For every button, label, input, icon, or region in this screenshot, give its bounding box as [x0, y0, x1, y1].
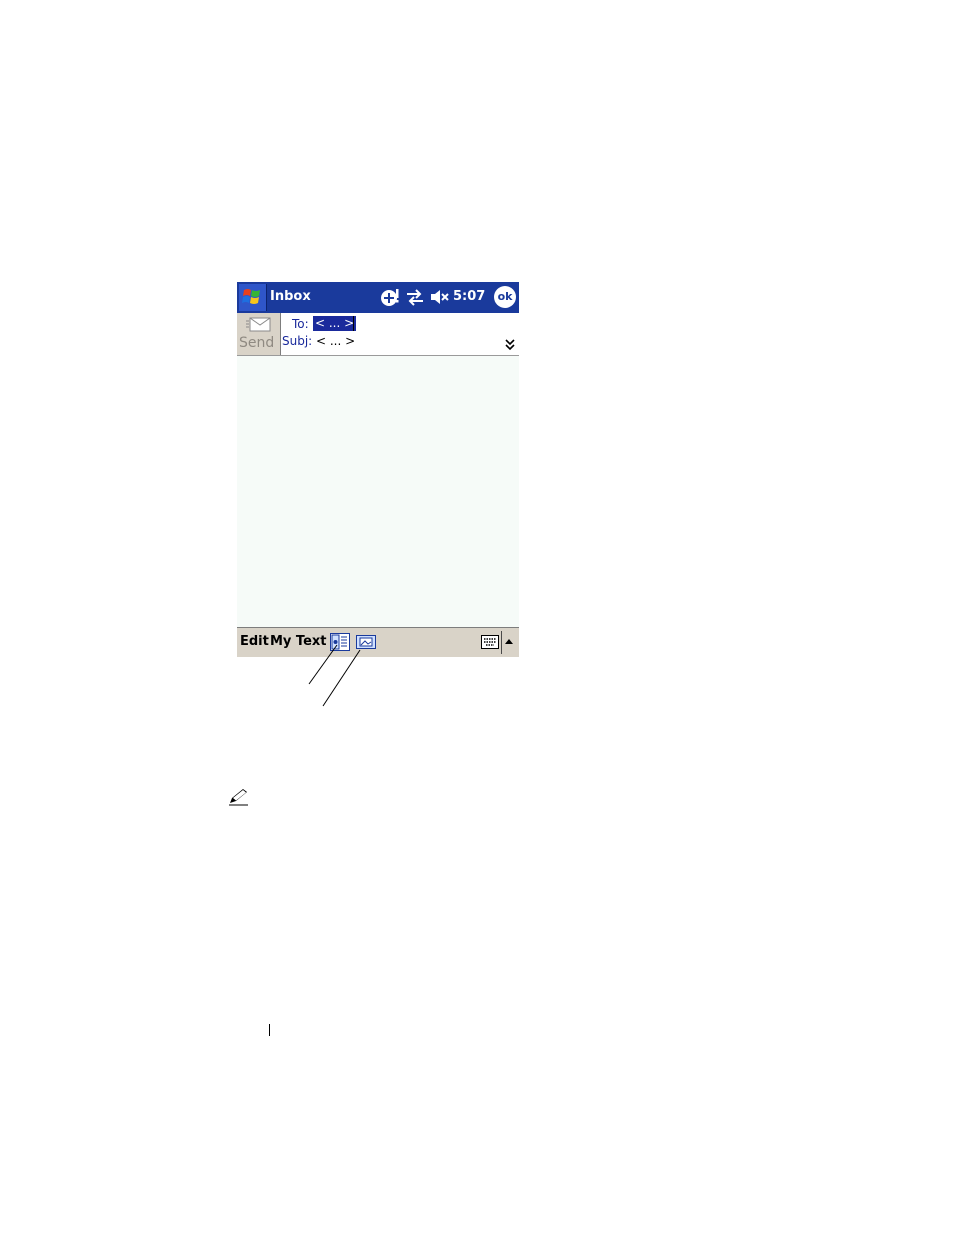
window-title: Inbox — [270, 289, 311, 304]
callout-line-picture — [322, 649, 361, 707]
new-message-icon[interactable] — [380, 287, 402, 307]
windows-flag-icon — [242, 289, 260, 304]
keyboard-icon[interactable] — [481, 633, 499, 651]
document-page: Inbox 5:07 ok Send To: < ... > Subj: < .… — [0, 0, 954, 1235]
input-panel-arrow-icon[interactable] — [505, 639, 513, 644]
speaker-muted-icon[interactable] — [429, 287, 451, 307]
start-button[interactable] — [239, 284, 267, 311]
my-text-menu[interactable]: My Text — [270, 634, 327, 649]
message-body[interactable] — [237, 356, 519, 627]
subject-field[interactable]: < ... > — [316, 334, 355, 348]
envelope-icon — [246, 317, 271, 332]
insert-picture-icon[interactable] — [356, 633, 376, 651]
subject-label: Subj: — [282, 334, 313, 348]
edit-menu[interactable]: Edit — [240, 634, 269, 649]
ok-button[interactable]: ok — [494, 286, 516, 308]
to-field[interactable]: < ... > — [313, 316, 357, 331]
connectivity-icon[interactable] — [405, 287, 425, 307]
to-label: To: — [292, 317, 309, 331]
pocket-pc-screen: Inbox 5:07 ok Send To: < ... > Subj: < .… — [237, 282, 519, 657]
note-pencil-icon — [229, 789, 248, 806]
title-bar: Inbox 5:07 ok — [237, 282, 519, 313]
menu-divider — [501, 631, 502, 654]
message-header: Send To: < ... > Subj: < ... > — [237, 313, 519, 356]
insert-recording-icon[interactable] — [330, 633, 350, 651]
expand-header-icon[interactable] — [505, 339, 515, 351]
send-button[interactable]: Send — [237, 313, 281, 355]
text-cursor — [353, 316, 354, 331]
clock[interactable]: 5:07 — [453, 289, 485, 304]
page-marker — [269, 1024, 270, 1036]
send-label: Send — [239, 335, 275, 351]
menu-bar: Edit My Text — [237, 627, 519, 657]
